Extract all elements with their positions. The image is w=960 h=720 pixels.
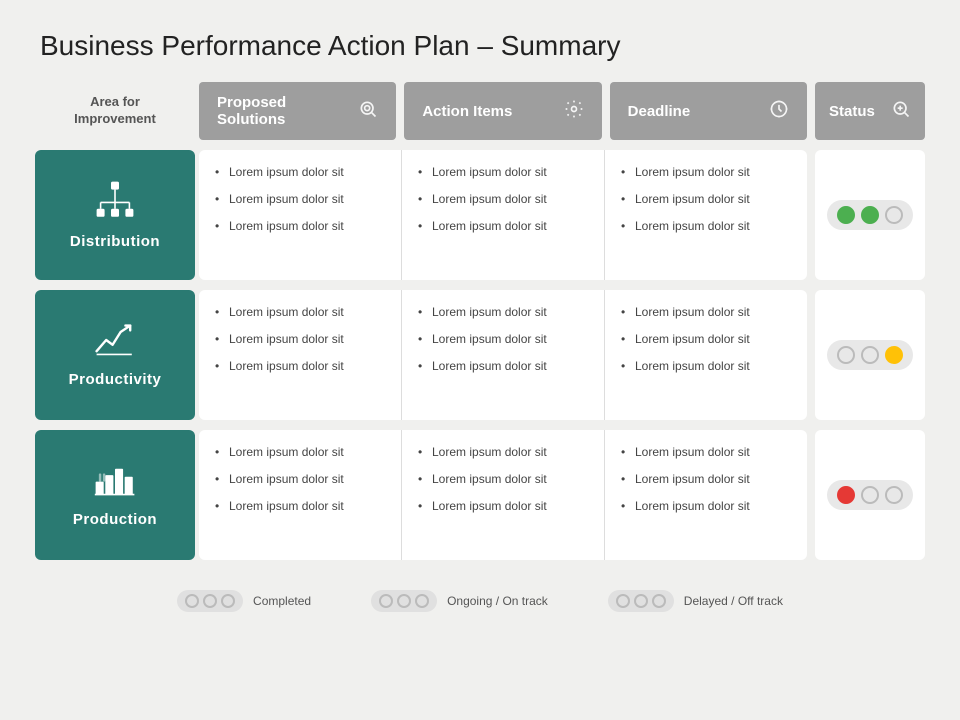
list-item: Lorem ipsum dolor sit: [418, 358, 588, 375]
list-item: Lorem ipsum dolor sit: [215, 498, 385, 515]
productivity-content: Lorem ipsum dolor sit Lorem ipsum dolor …: [199, 290, 807, 420]
clock-icon: [769, 99, 789, 124]
production-label: Production: [73, 511, 157, 528]
status-dots-ongoing: [827, 340, 913, 370]
distribution-col3: Lorem ipsum dolor sit Lorem ipsum dolor …: [605, 150, 807, 280]
productivity-icon: [95, 322, 135, 363]
legend-dot-empty3: [397, 594, 411, 608]
legend-ongoing: Ongoing / On track: [371, 590, 548, 612]
production-col3: Lorem ipsum dolor sit Lorem ipsum dolor …: [605, 430, 807, 560]
page-title: Business Performance Action Plan – Summa…: [0, 0, 960, 82]
legend-dot-green1: [185, 594, 199, 608]
legend-dots-ongoing: [371, 590, 437, 612]
list-item: Lorem ipsum dolor sit: [621, 471, 791, 488]
dot-empty2: [861, 346, 879, 364]
action-items-header: Action Items: [404, 82, 601, 140]
productivity-label: Productivity: [69, 371, 162, 388]
legend-dot-empty4: [634, 594, 648, 608]
production-category: Production: [35, 430, 195, 560]
status-header: Status: [815, 82, 925, 140]
legend-dots-delayed: [608, 590, 674, 612]
legend-delayed-label: Delayed / Off track: [684, 594, 783, 608]
dot-empty1: [837, 346, 855, 364]
list-item: Lorem ipsum dolor sit: [215, 191, 385, 208]
list-item: Lorem ipsum dolor sit: [621, 191, 791, 208]
distribution-col2: Lorem ipsum dolor sit Lorem ipsum dolor …: [402, 150, 605, 280]
dot-red: [837, 486, 855, 504]
legend-delayed: Delayed / Off track: [608, 590, 783, 612]
list-item: Lorem ipsum dolor sit: [621, 331, 791, 348]
distribution-category: Distribution: [35, 150, 195, 280]
list-item: Lorem ipsum dolor sit: [418, 218, 588, 235]
distribution-icon: [95, 180, 135, 225]
distribution-content: Lorem ipsum dolor sit Lorem ipsum dolor …: [199, 150, 807, 280]
list-item: Lorem ipsum dolor sit: [215, 164, 385, 181]
list-item: Lorem ipsum dolor sit: [418, 498, 588, 515]
list-item: Lorem ipsum dolor sit: [215, 304, 385, 321]
dot-empty: [885, 206, 903, 224]
productivity-category: Productivity: [35, 290, 195, 420]
productivity-col3: Lorem ipsum dolor sit Lorem ipsum dolor …: [605, 290, 807, 420]
production-icon: [94, 462, 136, 503]
dot-empty3: [861, 486, 879, 504]
list-item: Lorem ipsum dolor sit: [418, 444, 588, 461]
search-icon: [358, 99, 378, 124]
proposed-solutions-header: Proposed Solutions: [199, 82, 396, 140]
status-dots-delayed: [827, 480, 913, 510]
productivity-col2: Lorem ipsum dolor sit Lorem ipsum dolor …: [402, 290, 605, 420]
legend-dot-empty2: [379, 594, 393, 608]
dot-green: [837, 206, 855, 224]
gear-icon: [564, 99, 584, 124]
list-item: Lorem ipsum dolor sit: [418, 331, 588, 348]
list-item: Lorem ipsum dolor sit: [621, 218, 791, 235]
list-item: Lorem ipsum dolor sit: [418, 471, 588, 488]
legend-dots-completed: [177, 590, 243, 612]
legend-row: Completed Ongoing / On track Delayed / O…: [0, 570, 960, 622]
legend-ongoing-label: Ongoing / On track: [447, 594, 548, 608]
list-item: Lorem ipsum dolor sit: [215, 444, 385, 461]
distribution-label: Distribution: [70, 233, 160, 250]
legend-dot-green2: [203, 594, 217, 608]
productivity-col1: Lorem ipsum dolor sit Lorem ipsum dolor …: [199, 290, 402, 420]
list-item: Lorem ipsum dolor sit: [621, 164, 791, 181]
list-item: Lorem ipsum dolor sit: [621, 498, 791, 515]
distribution-status: [815, 150, 925, 280]
legend-dot-empty1: [221, 594, 235, 608]
productivity-status: [815, 290, 925, 420]
legend-completed: Completed: [177, 590, 311, 612]
area-label: Area for Improvement: [35, 82, 195, 140]
dot-yellow: [885, 346, 903, 364]
zoom-icon: [891, 99, 911, 124]
list-item: Lorem ipsum dolor sit: [215, 218, 385, 235]
production-col1: Lorem ipsum dolor sit Lorem ipsum dolor …: [199, 430, 402, 560]
production-content: Lorem ipsum dolor sit Lorem ipsum dolor …: [199, 430, 807, 560]
legend-dot-yellow: [415, 594, 429, 608]
production-col2: Lorem ipsum dolor sit Lorem ipsum dolor …: [402, 430, 605, 560]
legend-dot-red: [616, 594, 630, 608]
legend-dot-empty5: [652, 594, 666, 608]
production-row: Production Lorem ipsum dolor sit Lorem i…: [35, 430, 925, 560]
list-item: Lorem ipsum dolor sit: [621, 358, 791, 375]
legend-completed-label: Completed: [253, 594, 311, 608]
header-row: Area for Improvement Proposed Solutions …: [35, 82, 925, 140]
list-item: Lorem ipsum dolor sit: [215, 471, 385, 488]
deadline-header: Deadline: [610, 82, 807, 140]
dot-empty4: [885, 486, 903, 504]
list-item: Lorem ipsum dolor sit: [418, 304, 588, 321]
list-item: Lorem ipsum dolor sit: [215, 331, 385, 348]
production-status: [815, 430, 925, 560]
status-dots-completed: [827, 200, 913, 230]
productivity-row: Productivity Lorem ipsum dolor sit Lorem…: [35, 290, 925, 420]
dot-green2: [861, 206, 879, 224]
distribution-row: Distribution Lorem ipsum dolor sit Lorem…: [35, 150, 925, 280]
list-item: Lorem ipsum dolor sit: [418, 191, 588, 208]
list-item: Lorem ipsum dolor sit: [621, 304, 791, 321]
list-item: Lorem ipsum dolor sit: [621, 444, 791, 461]
distribution-col1: Lorem ipsum dolor sit Lorem ipsum dolor …: [199, 150, 402, 280]
list-item: Lorem ipsum dolor sit: [418, 164, 588, 181]
list-item: Lorem ipsum dolor sit: [215, 358, 385, 375]
